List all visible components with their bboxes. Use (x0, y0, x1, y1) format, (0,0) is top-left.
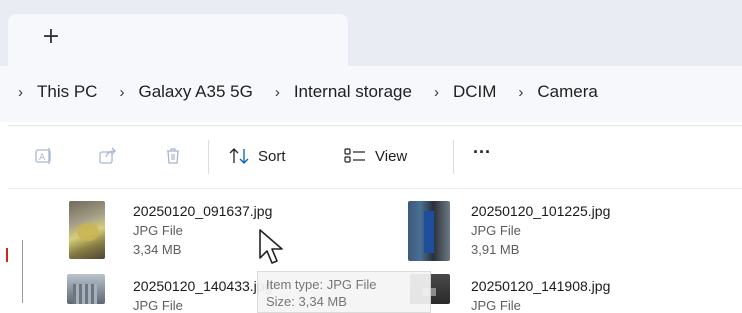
file-item[interactable]: 20250120_101225.jpg JPG File 3,91 MB (405, 198, 705, 264)
share-icon[interactable] (98, 146, 118, 166)
file-item[interactable]: 20250120_091637.jpg JPG File 3,34 MB (65, 198, 355, 264)
svg-text:A: A (39, 153, 46, 163)
chevron-right-icon[interactable]: › (518, 84, 523, 101)
chevron-right-icon[interactable]: › (275, 84, 280, 101)
breadcrumb-camera[interactable]: Camera (537, 82, 597, 102)
file-name: 20250120_101225.jpg (471, 203, 611, 219)
breadcrumb-internal-storage[interactable]: Internal storage (294, 82, 412, 102)
breadcrumb-dcim[interactable]: DCIM (453, 82, 496, 102)
chevron-right-icon[interactable]: › (18, 84, 23, 101)
navigation-pane-border (22, 240, 23, 303)
chevron-right-icon[interactable]: › (119, 84, 124, 101)
new-tab-button[interactable]: + (40, 24, 62, 49)
file-name: 20250120_140433.jpg (133, 278, 273, 294)
breadcrumb-this-pc[interactable]: This PC (37, 82, 97, 102)
file-thumbnail (408, 201, 450, 261)
chevron-right-icon[interactable]: › (434, 84, 439, 101)
file-thumbnail (67, 274, 105, 304)
divider (8, 188, 742, 189)
view-icon (343, 146, 367, 166)
sort-button[interactable]: Sort (228, 146, 286, 166)
command-bar: A Sort View ··· (8, 126, 742, 188)
file-thumbnail (69, 201, 105, 259)
file-type: JPG File (133, 223, 183, 238)
breadcrumb-galaxy[interactable]: Galaxy A35 5G (138, 82, 252, 102)
file-type: JPG File (471, 298, 521, 313)
tooltip-type: Item type: JPG File (266, 277, 377, 292)
sort-icon (228, 146, 250, 166)
file-name: 20250120_091637.jpg (133, 203, 273, 219)
file-size: 3,34 MB (133, 242, 182, 257)
file-item[interactable]: 20250120_141908.jpg JPG File (405, 270, 705, 313)
breadcrumb: › This PC › Galaxy A35 5G › Internal sto… (18, 82, 620, 102)
navigation-pane-marker (6, 248, 8, 262)
file-type: JPG File (133, 298, 183, 313)
more-options-button[interactable]: ··· (473, 142, 491, 163)
tab-strip: + (0, 0, 742, 67)
sort-label: Sort (258, 147, 286, 165)
toolbar-separator (453, 140, 454, 174)
view-label: View (375, 147, 408, 165)
rename-icon[interactable]: A (34, 146, 54, 166)
address-bar[interactable]: › This PC › Galaxy A35 5G › Internal sto… (0, 66, 742, 122)
toolbar-separator (208, 140, 209, 174)
item-tooltip: Item type: JPG File Size: 3,34 MB (257, 271, 431, 313)
file-name: 20250120_141908.jpg (471, 278, 611, 294)
view-button[interactable]: View (343, 146, 407, 166)
mouse-cursor-icon (258, 228, 286, 273)
delete-icon[interactable] (163, 146, 183, 166)
file-size: 3,91 MB (471, 242, 520, 257)
file-type: JPG File (471, 223, 521, 238)
tooltip-size: Size: 3,34 MB (266, 294, 347, 309)
